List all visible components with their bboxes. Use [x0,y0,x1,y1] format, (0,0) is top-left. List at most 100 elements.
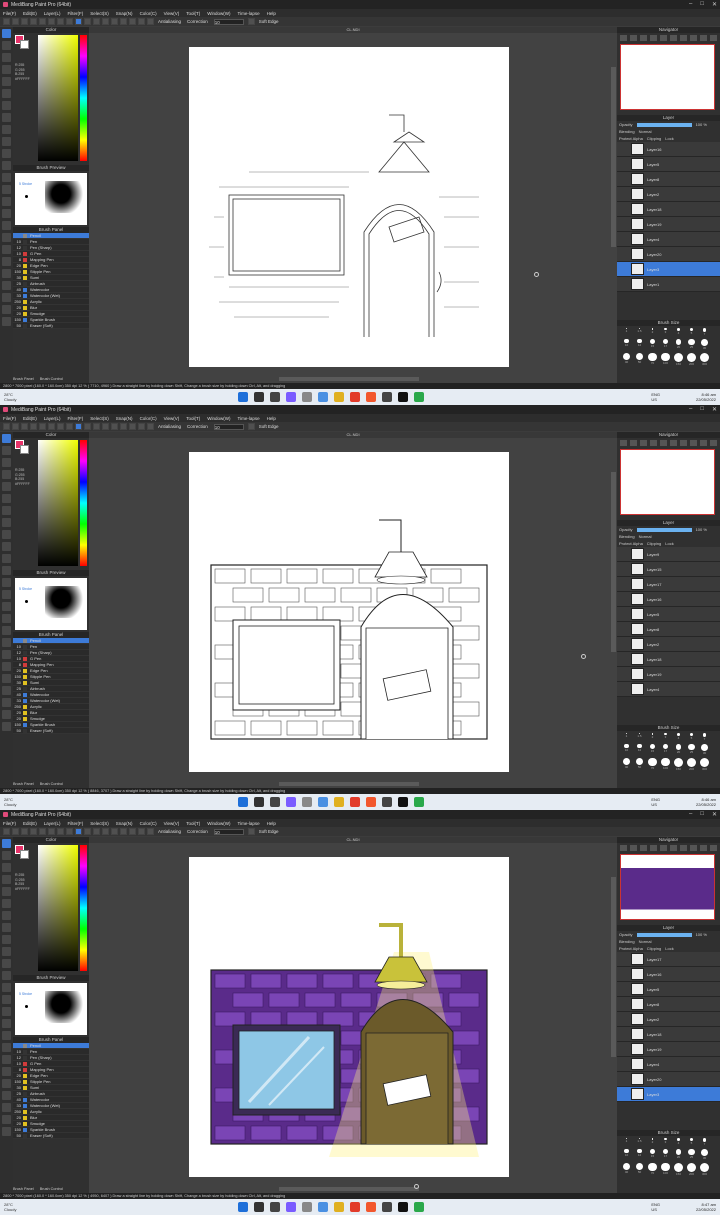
opacity-slider[interactable] [636,932,692,937]
app-icon[interactable] [382,1202,392,1212]
layer-option-checkbox[interactable]: Protect Alpha [619,946,643,951]
brave-icon[interactable] [366,1202,376,1212]
brush-size-option[interactable]: 300 [698,352,711,366]
navigator-button[interactable] [630,35,637,41]
chrome-icon[interactable] [350,1202,360,1212]
tool-icon[interactable] [2,722,11,731]
task-view-icon[interactable] [270,392,280,402]
toolbar-button[interactable] [21,18,28,25]
brush-size-option[interactable]: 12 [633,338,646,350]
tool-icon[interactable] [2,530,11,539]
tool-icon[interactable] [2,197,11,206]
menu-item[interactable]: Color(C) [140,821,157,826]
search-icon[interactable] [254,1202,264,1212]
tool-icon[interactable] [2,590,11,599]
toolbar-button[interactable] [75,423,82,430]
tool-icon[interactable] [2,53,11,62]
app-icon[interactable] [414,392,424,402]
tool-icon[interactable] [2,1067,11,1076]
tool-icon[interactable] [2,1055,11,1064]
brush-size-option[interactable]: 300 [698,1162,711,1176]
layer-option-checkbox[interactable]: Lock [665,541,673,546]
tool-icon[interactable] [2,698,11,707]
blending-select[interactable]: Normal [639,939,652,944]
navigator-button[interactable] [630,440,637,446]
menu-item[interactable]: Filter(F) [68,821,84,826]
brush-size-option[interactable]: 10 [620,1148,633,1160]
canvas-area[interactable]: CL.NDI [89,27,617,383]
chat-icon[interactable] [286,1202,296,1212]
tool-icon[interactable] [2,626,11,635]
tool-icon[interactable] [2,947,11,956]
tool-icon[interactable] [2,434,11,443]
tool-icon[interactable] [2,650,11,659]
navigator-button[interactable] [690,440,697,446]
tool-icon[interactable] [2,41,11,50]
layer-row[interactable]: Layer5 [617,982,720,997]
close-icon[interactable]: ✕ [712,811,717,818]
layer-row[interactable]: Layer3 [617,1087,720,1102]
window-controls[interactable]: – □ ✕ [689,406,717,413]
navigator-button[interactable] [670,35,677,41]
tool-icon[interactable] [2,638,11,647]
toolbar-button[interactable] [3,828,10,835]
tool-icon[interactable] [2,1019,11,1028]
brush-size-option[interactable]: 100 [659,352,672,366]
menu-item[interactable]: Help [267,416,276,421]
menu-item[interactable]: Window(W) [207,821,230,826]
app-icon[interactable] [382,797,392,807]
layer-row[interactable]: Layer18 [617,202,720,217]
canvas-page[interactable] [189,47,509,367]
layer-row[interactable]: Layer2 [617,637,720,652]
brush-size-option[interactable]: 2 [646,733,659,741]
maximize-icon[interactable]: □ [700,1,704,8]
brush-size-option[interactable]: 1 [620,1138,633,1146]
tool-icon[interactable] [2,281,11,290]
navigator-button[interactable] [710,35,717,41]
close-icon[interactable]: ✕ [712,1,717,8]
antialias-checkbox[interactable] [147,423,154,430]
minimize-icon[interactable]: – [689,406,692,413]
brush-size-option[interactable]: 300 [698,757,711,771]
menu-item[interactable]: Edit(E) [23,821,37,826]
toolbar-button[interactable] [120,828,127,835]
menu-item[interactable]: Tool(T) [186,416,200,421]
menu-item[interactable]: Edit(E) [23,11,37,16]
layer-row[interactable]: Layer8 [617,622,720,637]
navigator-button[interactable] [670,845,677,851]
weather-widget[interactable]: 28°C Cloudy [4,797,16,807]
opacity-slider[interactable] [636,122,692,127]
layer-row[interactable]: Layer16 [617,592,720,607]
layer-row[interactable]: Layer18 [617,1027,720,1042]
layer-option-checkbox[interactable]: Clipping [647,541,661,546]
canvas-tab[interactable]: CL.NDI [89,837,617,843]
brush-size-option[interactable]: 15 [646,743,659,755]
navigator-thumbnail[interactable] [620,449,715,515]
antialias-checkbox[interactable] [147,828,154,835]
navigator-button[interactable] [650,440,657,446]
tool-icon[interactable] [2,971,11,980]
toolbar-button[interactable] [12,423,19,430]
brush-size-option[interactable]: 25 [685,1148,698,1160]
toolbar-button[interactable] [39,828,46,835]
canvas-area[interactable]: CL.NDI [89,837,617,1193]
layer-option-checkbox[interactable]: Clipping [647,946,661,951]
menu-item[interactable]: View(V) [164,11,180,16]
windows-start-icon[interactable] [238,797,248,807]
tool-icon[interactable] [2,839,11,848]
background-color-swatch[interactable] [20,850,29,859]
menu-item[interactable]: Layer(L) [44,821,61,826]
tool-icon[interactable] [2,674,11,683]
tool-icon[interactable] [2,935,11,944]
navigator-button[interactable] [690,845,697,851]
menu-item[interactable]: Select(S) [90,11,109,16]
vertical-scrollbar[interactable] [611,67,616,247]
navigator-button[interactable] [660,440,667,446]
brush-size-option[interactable]: 30 [698,338,711,350]
menu-item[interactable]: Snap(N) [116,821,133,826]
toolbar-button[interactable] [84,828,91,835]
brush-size-option[interactable]: 4 [672,1138,685,1146]
layer-row[interactable]: Layer20 [617,247,720,262]
navigator-thumbnail[interactable] [620,854,715,920]
tool-icon[interactable] [2,1127,11,1136]
